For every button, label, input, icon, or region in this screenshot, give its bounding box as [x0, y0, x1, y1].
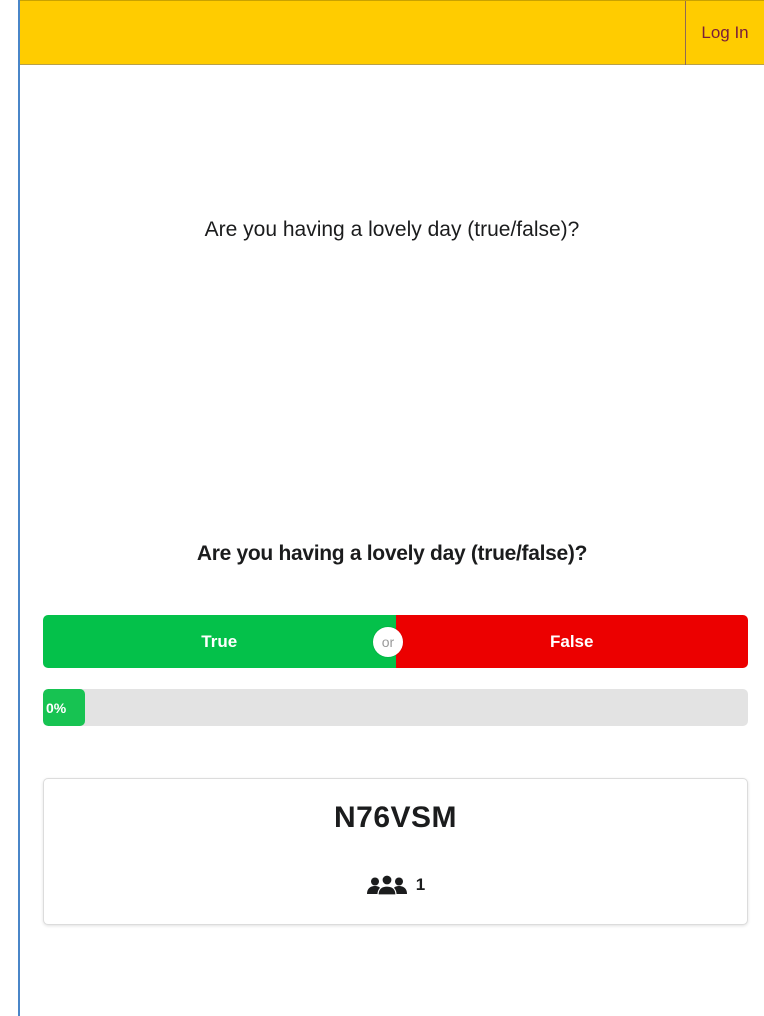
- app-frame: Log In Are you having a lovely day (true…: [18, 0, 764, 1016]
- question-heading: Are you having a lovely day (true/false)…: [196, 542, 588, 565]
- top-menu-bar: Log In: [20, 0, 764, 65]
- participant-count: 1: [44, 875, 747, 895]
- users-icon: [366, 875, 408, 895]
- session-card: N76VSM 1: [43, 778, 748, 925]
- true-button[interactable]: True: [43, 615, 396, 668]
- participant-number: 1: [415, 875, 426, 894]
- question-preview-text: Are you having a lovely day (true/false)…: [204, 218, 580, 241]
- or-separator: or: [373, 627, 403, 657]
- session-code: N76VSM: [333, 801, 458, 834]
- login-link[interactable]: Log In: [685, 1, 764, 65]
- answer-buttons: True False or: [43, 615, 748, 668]
- progress-fill: 0%: [43, 689, 85, 726]
- results-progress-bar: 0%: [43, 689, 748, 726]
- false-button[interactable]: False: [395, 615, 748, 668]
- progress-label: 0%: [46, 699, 67, 716]
